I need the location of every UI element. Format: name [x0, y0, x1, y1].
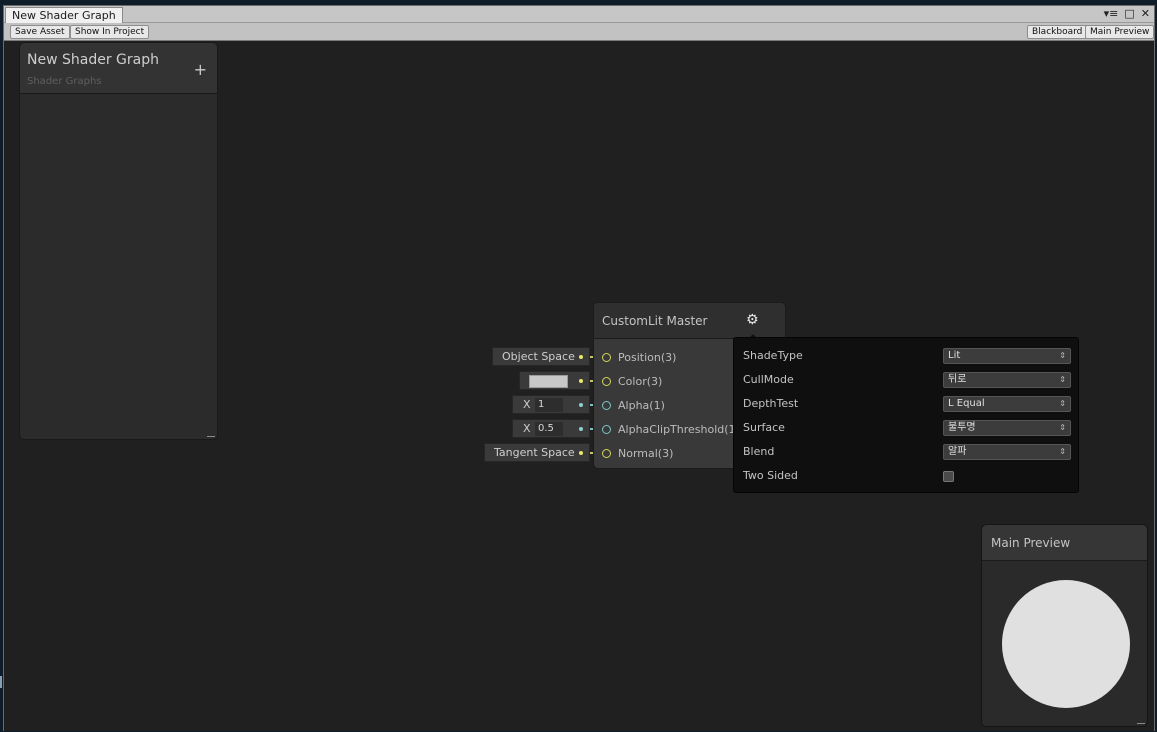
output-port-icon[interactable]: [579, 355, 583, 359]
dropdown-value: 불투명: [948, 422, 976, 433]
dropdown-value: L Equal: [948, 398, 985, 409]
clip-value-field[interactable]: 0.5: [535, 422, 563, 436]
preview-sphere[interactable]: [1002, 580, 1130, 708]
setting-label: Blend: [743, 445, 775, 458]
alpha-value-field[interactable]: 1: [535, 398, 563, 412]
shader-graph-window: New Shader Graph ▾≡ □ ✕ Save Asset Show …: [3, 5, 1155, 731]
blackboard-subtitle: Shader Graphs: [27, 76, 102, 87]
setting-blend: Blend 알파 ⇕: [743, 442, 1071, 462]
toolbar: Save Asset Show In Project Blackboard Ma…: [4, 23, 1155, 41]
node-header: CustomLit Master ⚙: [594, 303, 785, 339]
resize-handle-icon[interactable]: [1137, 723, 1145, 724]
port-label: Normal(3): [618, 447, 674, 460]
node-title: CustomLit Master: [602, 314, 708, 328]
port-alpha[interactable]: Alpha(1): [594, 396, 734, 416]
node-settings-popup: ShadeType Lit ⇕ CullMode 뒤로 ⇕ DepthTest …: [733, 337, 1079, 493]
menu-icon[interactable]: ▾≡: [1104, 7, 1119, 21]
port-label: Position(3): [618, 351, 677, 364]
normal-space-input[interactable]: Tangent Space: [484, 443, 590, 462]
port-label: Alpha(1): [618, 399, 665, 412]
port-alpha-clip-threshold[interactable]: AlphaClipThreshold(1): [594, 420, 740, 440]
port-normal[interactable]: Normal(3): [594, 444, 734, 464]
color-swatch[interactable]: [529, 375, 568, 388]
setting-label: ShadeType: [743, 349, 803, 362]
setting-surface: Surface 불투명 ⇕: [743, 418, 1071, 438]
show-in-project-button[interactable]: Show In Project: [70, 25, 150, 39]
blackboard-header: New Shader Graph Shader Graphs +: [20, 43, 217, 94]
dropdown-value: Lit: [948, 350, 961, 361]
shadetype-dropdown[interactable]: Lit ⇕: [943, 348, 1071, 364]
dropdown-arrow-icon: ⇕: [1059, 375, 1066, 384]
main-preview-panel[interactable]: Main Preview: [981, 524, 1148, 727]
input-port-icon[interactable]: [602, 449, 611, 458]
setting-cullmode: CullMode 뒤로 ⇕: [743, 370, 1071, 390]
resize-handle-icon[interactable]: [207, 436, 215, 437]
port-color[interactable]: Color(3): [594, 372, 734, 392]
dropdown-arrow-icon: ⇕: [1059, 399, 1066, 408]
setting-depthtest: DepthTest L Equal ⇕: [743, 394, 1071, 414]
tab-bar: New Shader Graph ▾≡ □ ✕: [4, 6, 1154, 23]
setting-label: DepthTest: [743, 397, 799, 410]
setting-two-sided: Two Sided: [743, 466, 1071, 486]
setting-label: Surface: [743, 421, 785, 434]
port-position[interactable]: Position(3): [594, 348, 734, 368]
surface-dropdown[interactable]: 불투명 ⇕: [943, 420, 1071, 436]
normal-space-label: Tangent Space: [494, 446, 575, 459]
output-port-icon[interactable]: [579, 451, 583, 455]
alpha-axis-label: X: [523, 398, 531, 411]
blend-dropdown[interactable]: 알파 ⇕: [943, 444, 1071, 460]
window-edge-marker: [0, 676, 2, 688]
position-space-label: Object Space: [502, 350, 575, 363]
tab-new-shader-graph[interactable]: New Shader Graph: [5, 7, 123, 23]
window-controls: ▾≡ □ ✕: [1104, 6, 1150, 22]
blackboard-panel[interactable]: New Shader Graph Shader Graphs +: [19, 42, 218, 440]
dropdown-value: 알파: [948, 446, 967, 457]
color-input[interactable]: [519, 371, 590, 390]
gear-icon[interactable]: ⚙: [746, 313, 759, 327]
clip-axis-label: X: [523, 422, 531, 435]
blackboard-toggle-button[interactable]: Blackboard: [1027, 25, 1088, 39]
input-port-icon[interactable]: [602, 377, 611, 386]
alpha-input[interactable]: X 1: [512, 395, 590, 414]
save-asset-button[interactable]: Save Asset: [10, 25, 70, 39]
preview-header: Main Preview: [982, 525, 1147, 561]
dropdown-value: 뒤로: [948, 374, 967, 385]
maximize-icon[interactable]: □: [1124, 7, 1134, 21]
position-space-input[interactable]: Object Space: [492, 347, 590, 366]
output-port-icon[interactable]: [579, 403, 583, 407]
close-icon[interactable]: ✕: [1141, 7, 1150, 21]
input-port-icon[interactable]: [602, 353, 611, 362]
dropdown-arrow-icon: ⇕: [1059, 351, 1066, 360]
cullmode-dropdown[interactable]: 뒤로 ⇕: [943, 372, 1071, 388]
preview-title: Main Preview: [991, 536, 1071, 550]
add-property-button[interactable]: +: [194, 62, 207, 78]
setting-shadetype: ShadeType Lit ⇕: [743, 346, 1071, 366]
port-label: Color(3): [618, 375, 663, 388]
dropdown-arrow-icon: ⇕: [1059, 447, 1066, 456]
two-sided-checkbox[interactable]: [943, 471, 954, 482]
port-label: AlphaClipThreshold(1): [618, 423, 740, 436]
output-port-icon[interactable]: [579, 379, 583, 383]
alpha-clip-input[interactable]: X 0.5: [512, 419, 590, 438]
setting-label: Two Sided: [743, 469, 798, 482]
input-port-icon[interactable]: [602, 425, 611, 434]
input-port-icon[interactable]: [602, 401, 611, 410]
graph-canvas[interactable]: New Shader Graph Shader Graphs + Object …: [4, 41, 1154, 731]
depthtest-dropdown[interactable]: L Equal ⇕: [943, 396, 1071, 412]
dropdown-arrow-icon: ⇕: [1059, 423, 1066, 432]
main-preview-toggle-button[interactable]: Main Preview: [1085, 25, 1155, 39]
setting-label: CullMode: [743, 373, 794, 386]
output-port-icon[interactable]: [579, 427, 583, 431]
blackboard-title: New Shader Graph: [27, 52, 159, 68]
